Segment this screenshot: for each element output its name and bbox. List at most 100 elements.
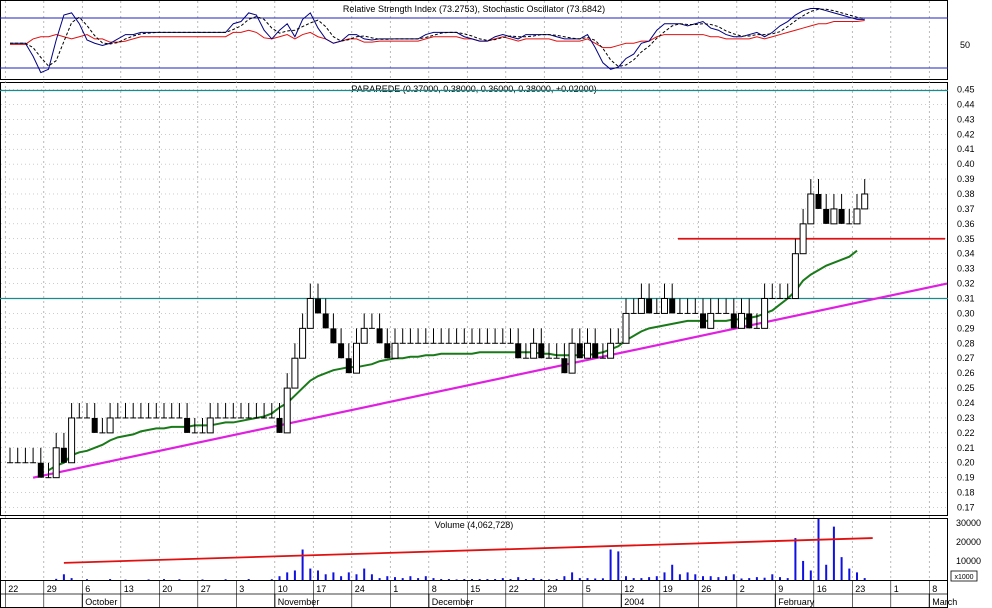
volume-bar	[86, 579, 88, 580]
price-bar-body-down	[60, 447, 67, 463]
volume-bar	[625, 576, 627, 580]
volume-bar	[417, 578, 420, 580]
price-tick-label: 0.22	[957, 428, 975, 438]
price-bar-body-up	[391, 342, 399, 359]
day-tick-label: 3	[239, 584, 244, 594]
price-bar-body-down	[746, 313, 753, 329]
price-bar-body-up	[584, 342, 591, 359]
volume-bar	[378, 578, 381, 580]
day-tick-label: 29	[547, 584, 557, 594]
volume-bar	[663, 572, 666, 580]
day-tick-label: 1	[393, 584, 398, 594]
month-label: 2004	[624, 597, 644, 607]
volume-bar	[178, 579, 181, 580]
volume-bar	[563, 576, 566, 580]
price-axis-labels: 0.45 0.44 0.43 0.42 0.41 0.40 0.39 0.38 0.37 0.36…	[957, 84, 975, 512]
price-bar-body-down	[730, 313, 737, 329]
volume-bar	[817, 519, 820, 580]
price-tick-label: 0.31	[957, 294, 975, 304]
volume-bar	[740, 578, 743, 580]
volume-bar	[401, 578, 404, 580]
volume-bar	[62, 574, 65, 580]
price-bar-body-up	[637, 298, 645, 314]
volume-bar	[863, 578, 866, 580]
volume-unit-label: x1000	[954, 574, 973, 581]
price-bar-body-down	[561, 358, 568, 374]
day-tick-label: 24	[355, 584, 365, 594]
price-tick-label: 0.35	[957, 234, 975, 244]
x-axis: 22 29 6 13 20 27 3 10 17 24 1 8 15 22 29 5 12 19 26 2 9 16 23 1…	[0, 581, 957, 608]
day-tick-label: 6	[85, 584, 90, 594]
rsi-ytick-label: 50	[960, 40, 970, 50]
volume-bar	[540, 579, 543, 580]
price-tick-label: 0.37	[957, 204, 975, 214]
price-bar-body-up	[707, 312, 715, 329]
price-bar-body-up	[106, 417, 114, 434]
volume-tick-label: 10000	[956, 556, 981, 566]
volume-bar	[794, 538, 797, 580]
volume-bar	[309, 568, 312, 580]
price-bar-body-up	[853, 208, 861, 225]
volume-bar	[455, 579, 458, 580]
volume-bar	[548, 579, 550, 580]
price-bar-body-down	[700, 313, 706, 329]
volume-bar	[494, 579, 497, 580]
price-bar-body-up	[530, 342, 538, 359]
volume-trendline	[63, 537, 873, 564]
volume-title: Volume (4,062,728)	[435, 520, 514, 530]
day-tick-label: 17	[316, 584, 326, 594]
volume-bar	[347, 572, 350, 580]
volume-bar	[478, 579, 481, 580]
price-bar-body-down	[345, 358, 352, 374]
price-bar-body-up	[661, 298, 668, 314]
volume-bar	[702, 576, 704, 580]
price-bar-body-down	[184, 417, 191, 433]
volume-bar	[609, 549, 612, 580]
price-bar-body-up	[607, 342, 615, 359]
day-tick-label: 27	[201, 584, 211, 594]
volume-bar	[571, 572, 574, 580]
price-tick-label: 0.38	[957, 189, 975, 199]
volume-bar	[432, 578, 435, 580]
volume-bar	[332, 572, 335, 580]
price-tick-label: 0.45	[957, 84, 975, 94]
volume-bar	[555, 579, 558, 580]
volume-bar	[70, 578, 73, 580]
price-bar-body-up	[738, 312, 745, 329]
day-tick-label: 8	[432, 584, 437, 594]
volume-bar	[370, 574, 373, 580]
price-tick-label: 0.24	[957, 398, 975, 408]
price-bar-body-down	[37, 462, 44, 478]
price-tick-label: 0.20	[957, 458, 975, 468]
volume-bar	[732, 574, 735, 580]
support-trendline	[32, 282, 948, 479]
price-bar-body-up	[283, 387, 291, 434]
price-bar-body-down	[815, 193, 822, 209]
volume-bar	[394, 577, 396, 580]
price-bar-body-up	[830, 208, 838, 225]
day-tick-label: 9	[778, 584, 783, 594]
day-tick-label: 23	[855, 584, 865, 594]
price-bar-body-down	[838, 208, 845, 224]
volume-bar	[224, 579, 227, 580]
price-tick-label: 0.41	[957, 144, 975, 154]
price-bar-body-down	[669, 298, 676, 314]
volume-bar	[578, 578, 581, 580]
price-tick-label: 0.30	[957, 308, 975, 318]
volume-bar	[632, 578, 635, 580]
volume-bar	[447, 579, 450, 580]
day-tick-label: 19	[663, 584, 673, 594]
month-label: February	[778, 597, 815, 607]
volume-bar	[109, 579, 112, 580]
volume-bar	[247, 579, 250, 580]
price-tick-label: 0.40	[957, 159, 975, 169]
price-tick-label: 0.39	[957, 174, 975, 184]
volume-bar	[532, 578, 535, 580]
month-label: March	[932, 597, 957, 607]
price-tick-label: 0.18	[957, 488, 975, 498]
day-tick-label: 26	[701, 584, 711, 594]
price-bar-body-up	[353, 342, 360, 374]
volume-tick-label: 20000	[956, 537, 981, 547]
price-tick-label: 0.26	[957, 368, 975, 378]
day-tick-label: 29	[47, 584, 57, 594]
